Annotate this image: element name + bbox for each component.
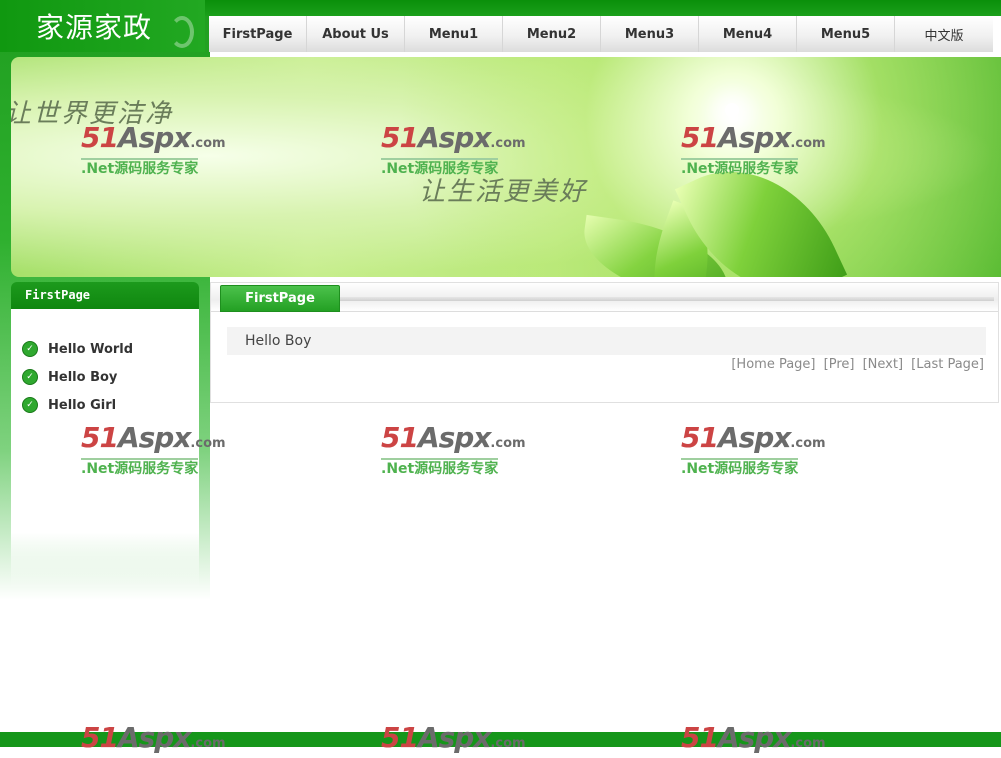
watermark-word: Aspx [717, 121, 791, 154]
watermark-num: 51 [681, 121, 719, 154]
watermark-logo: 51Aspx.com .Net源码服务专家 [81, 121, 226, 177]
sidebar-item-hello-boy[interactable]: ✓ Hello Boy [22, 367, 117, 387]
watermark-suffix: .com [190, 736, 226, 751]
watermark-logo: 51Aspx.com .Net源码服务专家 [381, 421, 526, 477]
content-panel: FirstPage Hello Boy [Home Page] [Pre] [N… [210, 282, 999, 403]
watermark-suffix: .com [790, 136, 826, 151]
watermark-suffix: .com [790, 436, 826, 451]
nav-item-menu2[interactable]: Menu2 [503, 16, 601, 52]
watermark-num: 51 [681, 721, 719, 754]
watermark-num: 51 [81, 721, 119, 754]
watermark-word: Aspx [417, 121, 491, 154]
brand-area: 家源家政 [0, 0, 205, 52]
pager-prev-link[interactable]: [Pre] [824, 357, 855, 372]
check-icon: ✓ [22, 397, 38, 413]
watermark-word: Aspx [717, 421, 791, 454]
watermark-word: Aspx [117, 721, 191, 754]
watermark-suffix: .com [490, 136, 526, 151]
watermark-num: 51 [381, 121, 419, 154]
watermark-logo: 51Aspx.com [381, 721, 526, 758]
sidebar-item-label: Hello Girl [48, 397, 117, 413]
watermark-subtitle: .Net源码服务专家 [681, 458, 799, 477]
nav-item-menu1[interactable]: Menu1 [405, 16, 503, 52]
pager-next-link[interactable]: [Next] [863, 357, 903, 372]
site-title: 家源家政 [36, 11, 153, 44]
main-nav: FirstPage About Us Menu1 Menu2 Menu3 Men… [209, 16, 993, 52]
nav-item-menu4[interactable]: Menu4 [699, 16, 797, 52]
watermark-subtitle: .Net源码服务专家 [381, 158, 499, 177]
tab-firstpage[interactable]: FirstPage [220, 285, 340, 312]
watermark-word: Aspx [117, 421, 191, 454]
watermark-suffix: .com [190, 136, 226, 151]
watermark-num: 51 [681, 421, 719, 454]
watermark-suffix: .com [490, 436, 526, 451]
watermark-logo: 51Aspx.com .Net源码服务专家 [381, 121, 526, 177]
watermark-logo: 51Aspx.com [681, 721, 826, 758]
check-icon: ✓ [22, 369, 38, 385]
nav-item-menu5[interactable]: Menu5 [797, 16, 895, 52]
tab-bar: FirstPage [211, 283, 998, 312]
watermark-subtitle: .Net源码服务专家 [81, 158, 199, 177]
nav-item-chinese[interactable]: 中文版 [895, 16, 993, 52]
tab-divider [339, 297, 994, 301]
swirl-icon [170, 16, 194, 48]
watermark-num: 51 [381, 421, 419, 454]
watermark-word: Aspx [117, 121, 191, 154]
watermark-subtitle: .Net源码服务专家 [81, 458, 199, 477]
sidebar-item-label: Hello Boy [48, 369, 118, 385]
pager-home-link[interactable]: [Home Page] [731, 357, 815, 372]
nav-item-about-us[interactable]: About Us [307, 16, 405, 52]
watermark-word: Aspx [417, 721, 491, 754]
watermark-logo: 51Aspx.com .Net源码服务专家 [681, 421, 826, 477]
watermark-word: Aspx [417, 421, 491, 454]
sparkle-icon [725, 103, 739, 117]
sidebar-item-hello-world[interactable]: ✓ Hello World [22, 339, 133, 359]
pager-last-link[interactable]: [Last Page] [911, 357, 984, 372]
watermark-logo: 51Aspx.com [81, 721, 226, 758]
sidebar-item-label: Hello World [48, 341, 134, 357]
watermark-suffix: .com [190, 436, 226, 451]
sidebar-header: FirstPage [11, 282, 199, 309]
check-icon: ✓ [22, 341, 38, 357]
watermark-logo: 51Aspx.com .Net源码服务专家 [681, 121, 826, 177]
pager: [Home Page] [Pre] [Next] [Last Page] [727, 357, 984, 372]
watermark-num: 51 [81, 121, 119, 154]
sidebar-title: FirstPage [25, 288, 91, 302]
watermark-subtitle: .Net源码服务专家 [381, 458, 499, 477]
content-text: Hello Boy [227, 327, 986, 355]
nav-item-firstpage[interactable]: FirstPage [209, 16, 307, 52]
nav-item-menu3[interactable]: Menu3 [601, 16, 699, 52]
watermark-logo: 51Aspx.com .Net源码服务专家 [81, 421, 226, 477]
watermark-subtitle: .Net源码服务专家 [681, 158, 799, 177]
watermark-num: 51 [381, 721, 419, 754]
watermark-num: 51 [81, 421, 119, 454]
sidebar-item-hello-girl[interactable]: ✓ Hello Girl [22, 395, 116, 415]
watermark-suffix: .com [790, 736, 826, 751]
watermark-word: Aspx [717, 721, 791, 754]
watermark-suffix: .com [490, 736, 526, 751]
